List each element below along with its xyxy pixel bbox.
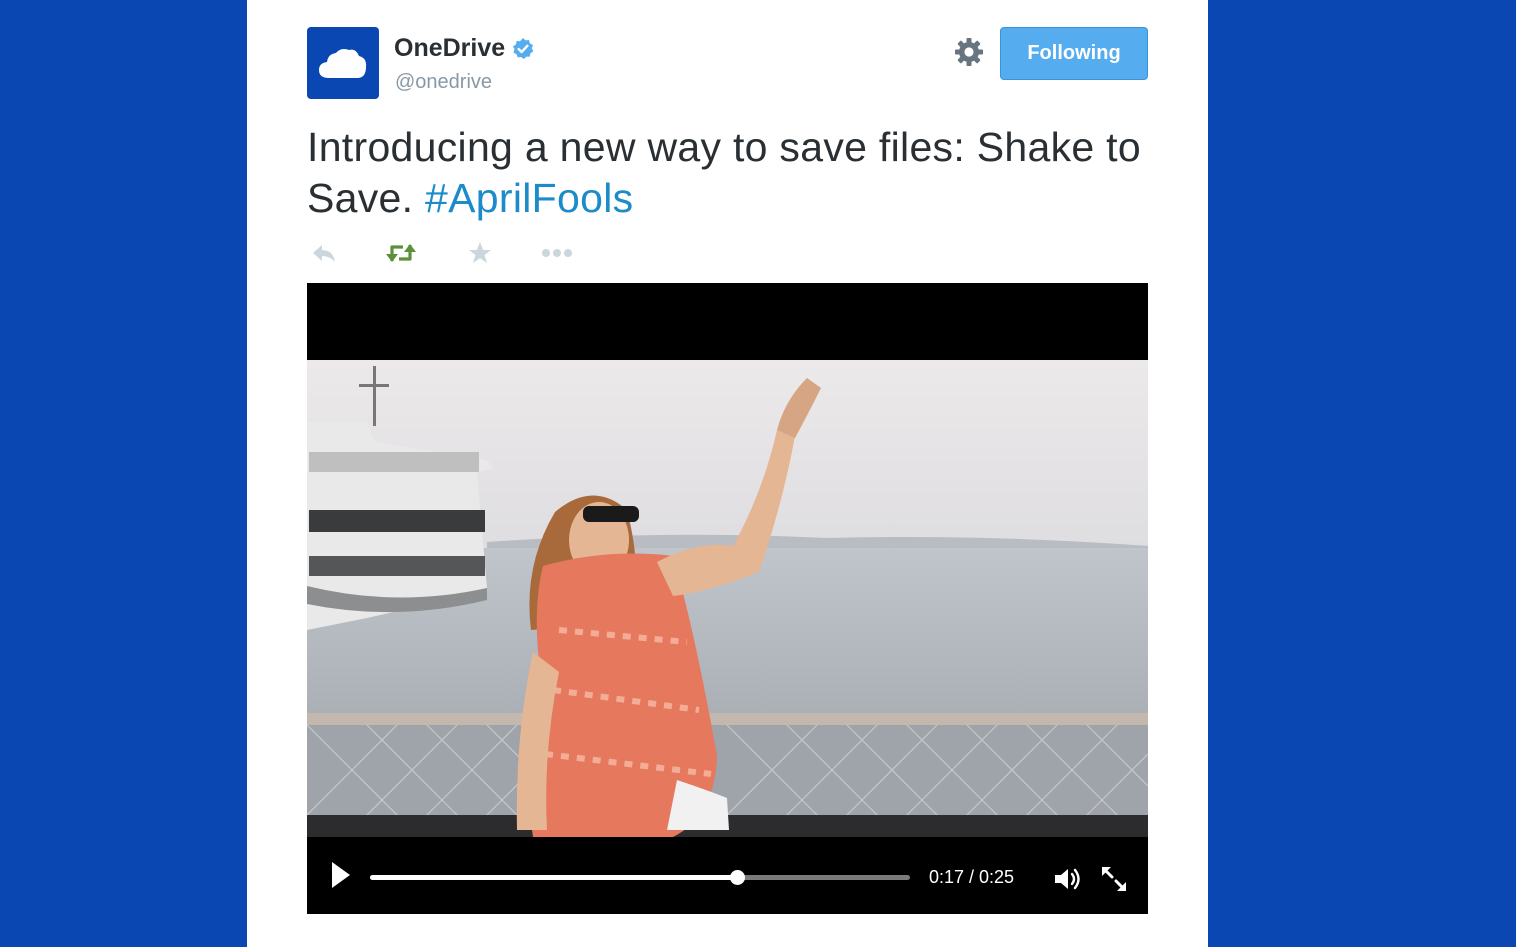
progress-fill: [370, 875, 738, 880]
play-icon[interactable]: [329, 859, 353, 891]
display-name[interactable]: OneDrive: [394, 34, 505, 63]
reply-button[interactable]: [307, 238, 341, 268]
tweet-card: OneDrive @onedrive Following Introducing…: [247, 0, 1208, 947]
following-button[interactable]: Following: [1000, 27, 1148, 80]
fullscreen-icon[interactable]: [1100, 865, 1128, 893]
reply-icon: [313, 245, 335, 262]
video-frame: [307, 360, 1148, 837]
retweet-button[interactable]: [384, 238, 418, 268]
more-icon: [542, 249, 572, 257]
more-button[interactable]: [540, 238, 574, 268]
video-player[interactable]: 0:17 / 0:25: [307, 283, 1148, 914]
time-display: 0:17 / 0:25: [929, 867, 1015, 887]
video-controls: 0:17 / 0:25: [307, 837, 1148, 914]
tweet-text: Introducing a new way to save files: Sha…: [307, 122, 1157, 224]
account-name-row: OneDrive: [394, 34, 535, 63]
retweet-icon: [386, 244, 416, 262]
progress-scrubber[interactable]: [730, 870, 746, 885]
verified-badge-icon: [513, 37, 534, 59]
favorite-button[interactable]: [463, 238, 497, 268]
account-handle[interactable]: @onedrive: [395, 71, 492, 94]
star-icon: [469, 242, 491, 263]
volume-icon[interactable]: [1053, 867, 1083, 891]
cloud-icon: [319, 49, 367, 78]
progress-bar[interactable]: [370, 870, 910, 885]
gear-icon[interactable]: [954, 37, 984, 67]
hashtag-link[interactable]: #AprilFools: [425, 175, 633, 221]
avatar[interactable]: [307, 27, 379, 99]
